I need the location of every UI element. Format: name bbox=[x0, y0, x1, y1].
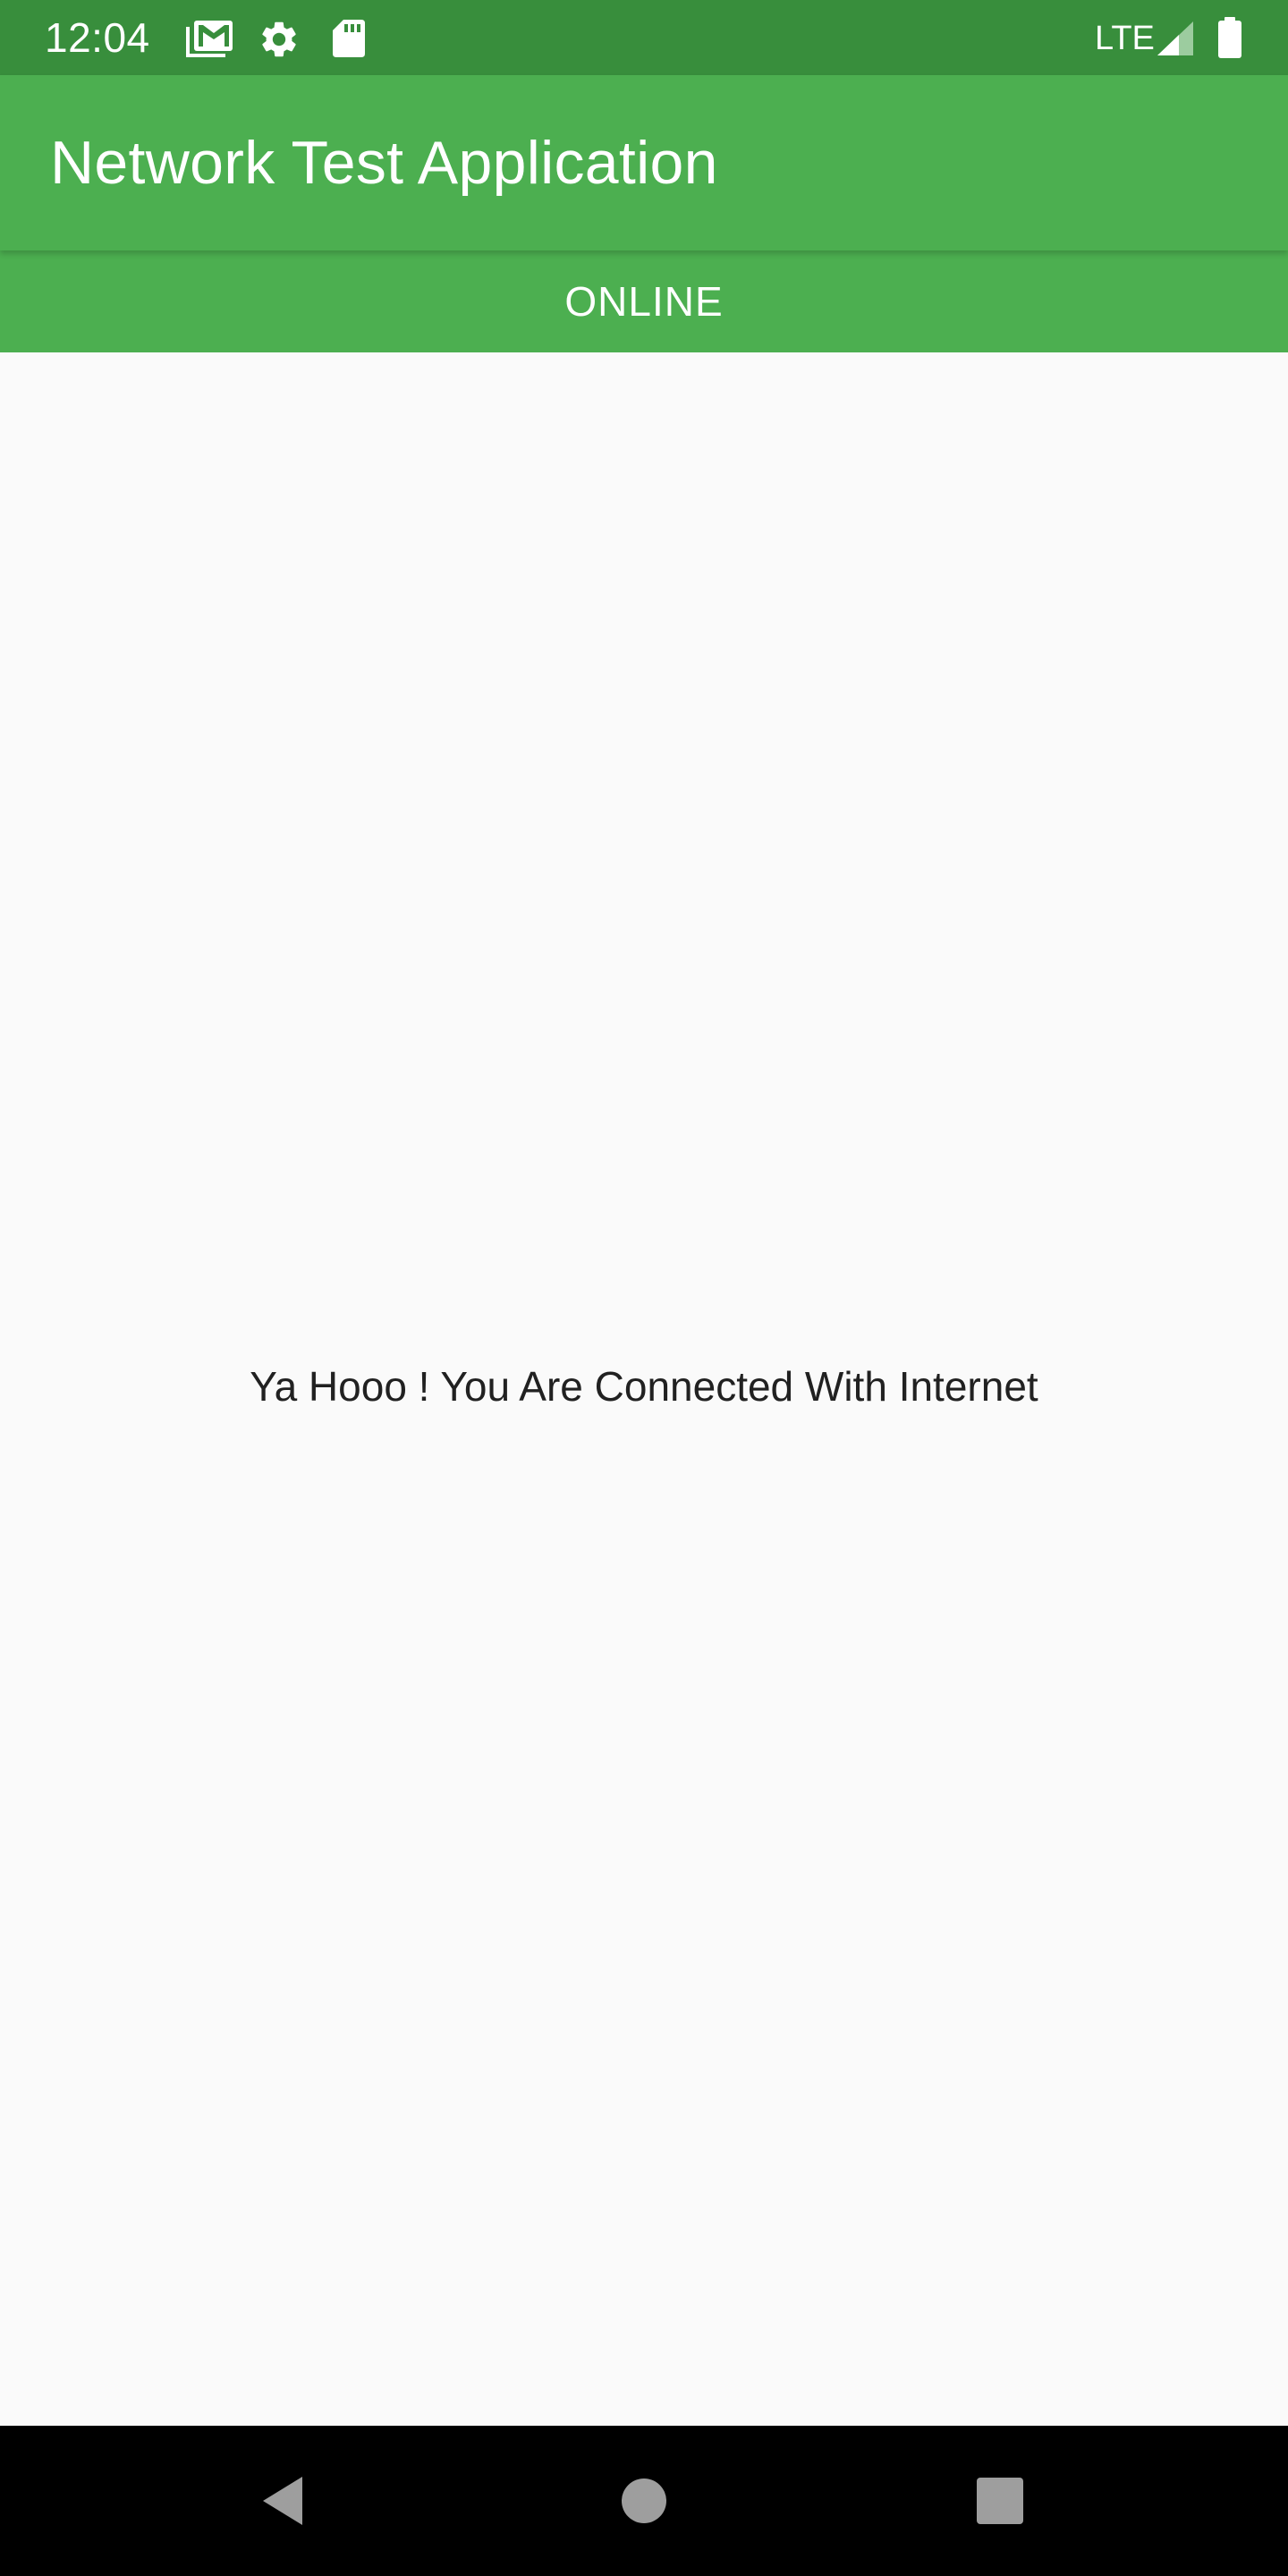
status-time: 12:04 bbox=[45, 14, 150, 61]
app-title: Network Test Application bbox=[50, 129, 718, 197]
back-icon bbox=[263, 2477, 302, 2525]
status-bar: 12:04 LTE bbox=[0, 0, 1288, 75]
navigation-bar bbox=[0, 2426, 1288, 2576]
back-button[interactable] bbox=[240, 2456, 329, 2546]
app-bar: Network Test Application bbox=[0, 75, 1288, 250]
connection-message: Ya Hooo ! You Are Connected With Interne… bbox=[250, 1363, 1038, 1410]
main-content: Ya Hooo ! You Are Connected With Interne… bbox=[0, 352, 1288, 2426]
network-type: LTE bbox=[1095, 20, 1155, 57]
settings-gear-icon bbox=[258, 18, 304, 57]
signal-icon bbox=[1156, 20, 1202, 59]
home-button[interactable] bbox=[599, 2456, 689, 2546]
battery-icon bbox=[1215, 16, 1261, 58]
recents-button[interactable] bbox=[955, 2456, 1045, 2546]
connection-status-label: ONLINE bbox=[564, 278, 724, 325]
gmail-icon bbox=[186, 18, 233, 57]
sd-card-icon bbox=[331, 18, 377, 57]
connection-status-banner: ONLINE bbox=[0, 250, 1288, 352]
recents-icon bbox=[977, 2478, 1023, 2524]
home-icon bbox=[622, 2479, 666, 2523]
